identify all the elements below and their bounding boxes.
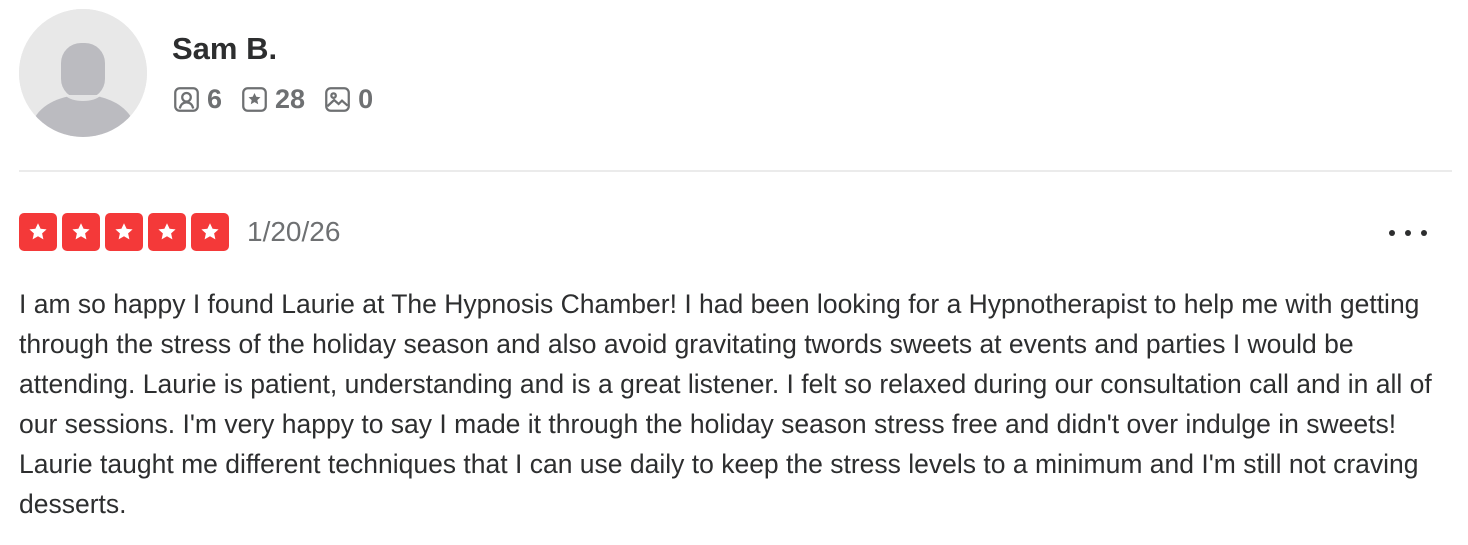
user-info: Sam B. 6 28 0 bbox=[172, 31, 391, 115]
avatar[interactable] bbox=[19, 9, 147, 137]
photos-stat: 0 bbox=[323, 84, 373, 114]
star-1 bbox=[19, 213, 57, 251]
star-icon bbox=[29, 223, 47, 240]
rating-row: 1/20/26 bbox=[19, 211, 340, 253]
star-icon bbox=[201, 223, 219, 240]
friends-icon bbox=[172, 85, 200, 113]
star-rating bbox=[19, 213, 229, 251]
review-card: Sam B. 6 28 0 1/20/26 I am so happy I fo… bbox=[0, 0, 1468, 545]
star-icon bbox=[158, 223, 176, 240]
more-options-button[interactable] bbox=[1384, 216, 1432, 250]
star-5 bbox=[191, 213, 229, 251]
review-text: I am so happy I found Laurie at The Hypn… bbox=[19, 289, 1432, 519]
more-options-icon bbox=[1389, 230, 1427, 236]
friends-count: 6 bbox=[207, 84, 223, 114]
star-2 bbox=[62, 213, 100, 251]
star-icon bbox=[115, 223, 133, 240]
divider bbox=[19, 170, 1452, 172]
user-stats: 6 28 0 bbox=[172, 83, 391, 115]
user-name[interactable]: Sam B. bbox=[172, 31, 391, 67]
review-star-icon bbox=[240, 85, 268, 113]
star-4 bbox=[148, 213, 186, 251]
reviews-count: 28 bbox=[275, 84, 306, 114]
star-3 bbox=[105, 213, 143, 251]
friends-stat: 6 bbox=[172, 84, 222, 114]
photos-count: 0 bbox=[358, 84, 374, 114]
user-header: Sam B. 6 28 0 bbox=[19, 9, 391, 137]
photo-icon bbox=[323, 85, 351, 113]
default-avatar-icon bbox=[19, 9, 147, 137]
reviews-stat: 28 bbox=[240, 84, 305, 114]
star-icon bbox=[72, 223, 90, 240]
review-date: 1/20/26 bbox=[247, 216, 341, 247]
